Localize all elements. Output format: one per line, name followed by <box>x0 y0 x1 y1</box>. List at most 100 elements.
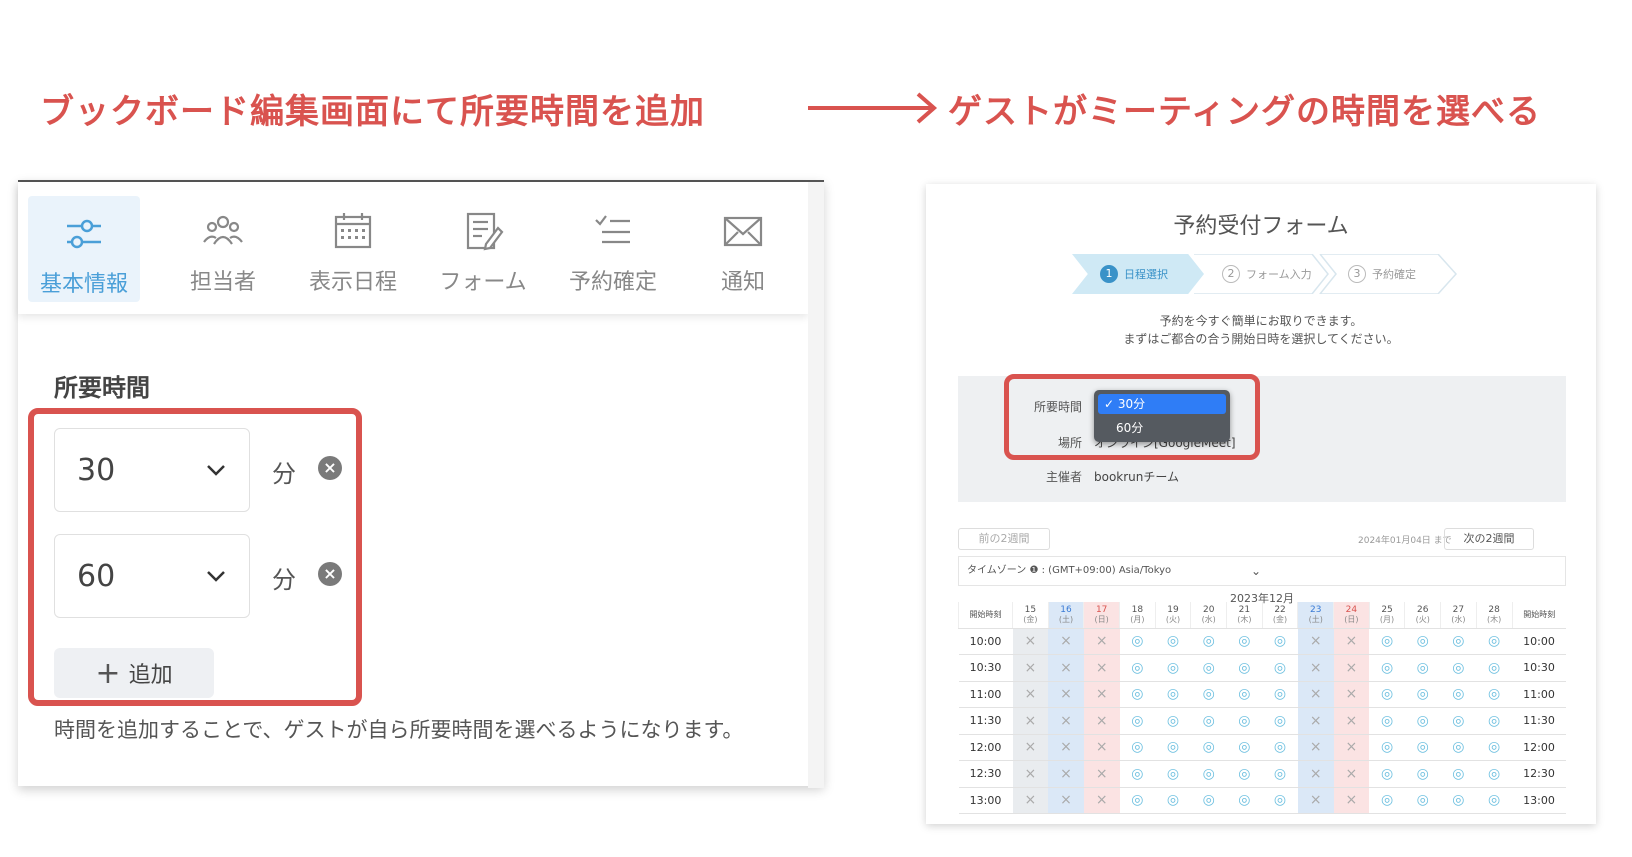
slot-available[interactable]: ◎ <box>1155 654 1191 682</box>
slot-available[interactable]: ◎ <box>1262 760 1298 788</box>
slot-available[interactable]: ◎ <box>1440 707 1477 735</box>
slot-available[interactable]: ◎ <box>1440 760 1477 788</box>
day-number: 21 <box>1238 604 1251 615</box>
host-label: 主催者 <box>1046 470 1083 484</box>
slot-available[interactable]: ◎ <box>1226 628 1263 655</box>
day-number: 19 <box>1167 604 1179 615</box>
slot-available[interactable]: ◎ <box>1226 681 1263 708</box>
slot-available[interactable]: ◎ <box>1476 654 1512 682</box>
slot-unavailable: × <box>1333 787 1370 814</box>
tab-label: 基本情報 <box>39 272 128 297</box>
slot-available[interactable]: ◎ <box>1155 734 1191 761</box>
slot-available[interactable]: ◎ <box>1369 760 1405 788</box>
slot-available[interactable]: ◎ <box>1190 628 1227 655</box>
slot-available[interactable]: ◎ <box>1155 787 1191 814</box>
slot-available[interactable]: ◎ <box>1404 734 1441 761</box>
timezone-select[interactable]: タイムゾーン ❶ : (GMT+09:00) Asia/Tokyo ⌄ <box>958 556 1566 586</box>
slot-available[interactable]: ◎ <box>1226 787 1263 814</box>
slot-available[interactable]: ◎ <box>1119 654 1156 682</box>
tab-notifications[interactable]: 通知 <box>678 182 808 314</box>
slot-available[interactable]: ◎ <box>1404 707 1441 735</box>
slot-available[interactable]: ◎ <box>1155 681 1191 708</box>
slot-available[interactable]: ◎ <box>1440 734 1477 761</box>
slot-unavailable: × <box>1048 654 1084 682</box>
slot-available[interactable]: ◎ <box>1155 707 1191 735</box>
slot-available[interactable]: ◎ <box>1119 707 1156 735</box>
tab-form[interactable]: フォーム <box>418 182 548 314</box>
remove-duration-icon[interactable]: × <box>318 562 342 586</box>
slot-available[interactable]: ◎ <box>1476 628 1512 655</box>
slot-available[interactable]: ◎ <box>1369 707 1405 735</box>
tab-assignees[interactable]: 担当者 <box>158 182 288 314</box>
slot-available[interactable]: ◎ <box>1190 681 1227 708</box>
slot-available[interactable]: ◎ <box>1404 628 1441 655</box>
slot-available[interactable]: ◎ <box>1119 734 1156 761</box>
time-label: 13:00 <box>958 787 1013 814</box>
slot-available[interactable]: ◎ <box>1226 760 1263 788</box>
slot-unavailable: × <box>1083 681 1120 708</box>
tab-display-schedule[interactable]: 表示日程 <box>288 182 418 314</box>
table-row: 10:30 × × × ◎ ◎ ◎ ◎ ◎ × × ◎ ◎ ◎ ◎ 10:30 <box>958 654 1566 682</box>
slot-available[interactable]: ◎ <box>1369 681 1405 708</box>
slot-unavailable: × <box>1012 654 1049 682</box>
next-weeks-button[interactable]: 次の2週間 <box>1444 528 1534 550</box>
slot-available[interactable]: ◎ <box>1440 787 1477 814</box>
slot-available[interactable]: ◎ <box>1155 628 1191 655</box>
slot-available[interactable]: ◎ <box>1262 787 1298 814</box>
duration-select-2[interactable]: 60 <box>54 534 250 618</box>
weekday: (金) <box>1023 614 1038 624</box>
slot-available[interactable]: ◎ <box>1119 681 1156 708</box>
slot-available[interactable]: ◎ <box>1476 681 1512 708</box>
prev-weeks-button[interactable]: 前の2週間 <box>958 528 1050 550</box>
slot-unavailable: × <box>1083 628 1120 655</box>
slot-available[interactable]: ◎ <box>1226 734 1263 761</box>
day-number: 24 <box>1345 604 1358 615</box>
slot-available[interactable]: ◎ <box>1155 760 1191 788</box>
slot-available[interactable]: ◎ <box>1369 787 1405 814</box>
slot-available[interactable]: ◎ <box>1440 628 1477 655</box>
slot-available[interactable]: ◎ <box>1262 654 1298 682</box>
slot-available[interactable]: ◎ <box>1404 760 1441 788</box>
weekday: (日) <box>1094 614 1109 624</box>
slot-available[interactable]: ◎ <box>1404 654 1441 682</box>
slot-available[interactable]: ◎ <box>1476 707 1512 735</box>
remove-duration-icon[interactable]: × <box>318 456 342 480</box>
slot-unavailable: × <box>1048 787 1084 814</box>
tab-confirmation[interactable]: 予約確定 <box>548 182 678 314</box>
slot-available[interactable]: ◎ <box>1190 787 1227 814</box>
slot-available[interactable]: ◎ <box>1262 707 1298 735</box>
slot-available[interactable]: ◎ <box>1226 707 1263 735</box>
add-label: 追加 <box>128 663 173 688</box>
slot-available[interactable]: ◎ <box>1404 787 1441 814</box>
slot-available[interactable]: ◎ <box>1476 787 1512 814</box>
slot-available[interactable]: ◎ <box>1190 654 1227 682</box>
tab-label: 担当者 <box>189 270 256 295</box>
slot-available[interactable]: ◎ <box>1369 654 1405 682</box>
slot-available[interactable]: ◎ <box>1369 734 1405 761</box>
slot-available[interactable]: ◎ <box>1476 734 1512 761</box>
slot-unavailable: × <box>1333 707 1370 735</box>
slot-available[interactable]: ◎ <box>1404 681 1441 708</box>
day-number: 25 <box>1381 604 1393 615</box>
slot-available[interactable]: ◎ <box>1440 654 1477 682</box>
slot-available[interactable]: ◎ <box>1262 681 1298 708</box>
slot-available[interactable]: ◎ <box>1369 628 1405 655</box>
slot-available[interactable]: ◎ <box>1226 654 1263 682</box>
day-number: 23 <box>1309 604 1322 615</box>
day-number: 26 <box>1417 604 1429 615</box>
slot-available[interactable]: ◎ <box>1440 681 1477 708</box>
slot-available[interactable]: ◎ <box>1262 734 1298 761</box>
slot-available[interactable]: ◎ <box>1119 787 1156 814</box>
tab-basic-info[interactable]: 基本情報 <box>28 196 140 302</box>
slot-available[interactable]: ◎ <box>1476 760 1512 788</box>
duration-select-1[interactable]: 30 <box>54 428 250 512</box>
slot-available[interactable]: ◎ <box>1190 760 1227 788</box>
slot-available[interactable]: ◎ <box>1190 707 1227 735</box>
add-duration-button[interactable]: + 追加 <box>54 648 214 698</box>
slot-available[interactable]: ◎ <box>1190 734 1227 761</box>
slot-available[interactable]: ◎ <box>1119 760 1156 788</box>
scrollbar[interactable] <box>808 182 824 788</box>
slot-available[interactable]: ◎ <box>1119 628 1156 655</box>
table-row: 12:30 × × × ◎ ◎ ◎ ◎ ◎ × × ◎ ◎ ◎ ◎ 12:30 <box>958 760 1566 788</box>
slot-available[interactable]: ◎ <box>1262 628 1298 655</box>
